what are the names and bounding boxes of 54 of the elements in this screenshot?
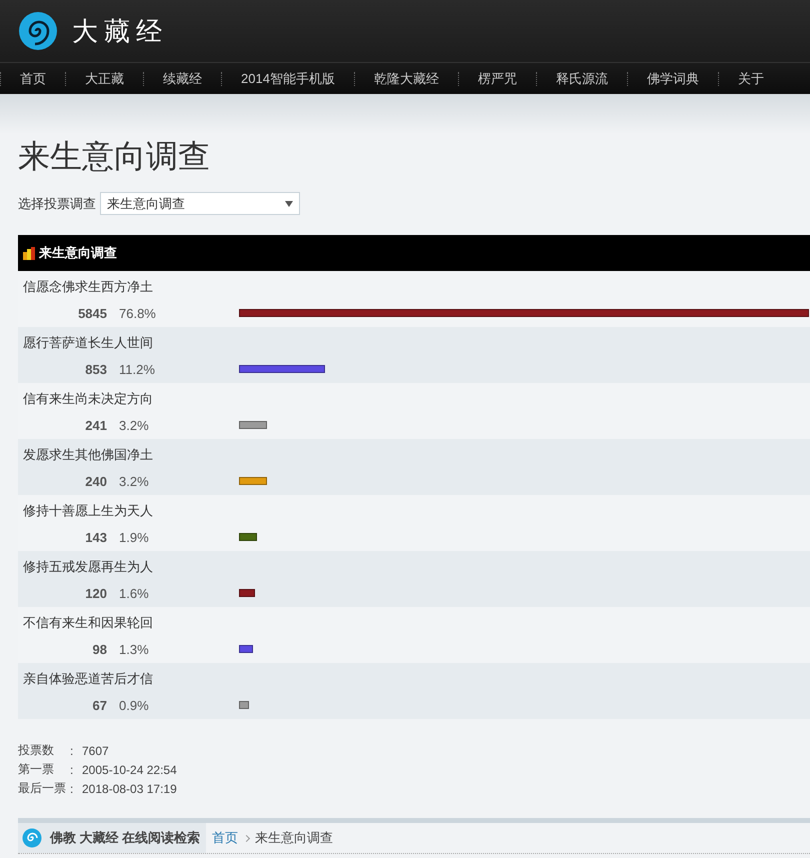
breadcrumb-current: 来生意向调查	[254, 829, 334, 847]
page-title: 来生意向调查	[18, 137, 211, 176]
spiral-logo-icon	[22, 828, 42, 848]
nav-link[interactable]: 首页	[1, 70, 65, 88]
vote-count: 120	[84, 586, 107, 600]
selector-label: 选择投票调查	[18, 194, 96, 212]
vote-percent: 3.2%	[118, 418, 150, 432]
stat-value: 7607	[82, 744, 109, 758]
nav-link[interactable]: 2014智能手机版	[222, 70, 354, 88]
vote-count: 143	[84, 530, 107, 544]
nav-link[interactable]: 乾隆大藏经	[354, 70, 458, 88]
brand-text: 佛教 大藏经 在线阅读检索	[50, 829, 200, 847]
nav-link[interactable]: 佛学词典	[628, 70, 718, 88]
nav-link[interactable]: 楞严咒	[458, 70, 536, 88]
option-label: 修持五戒发愿再生为人	[23, 558, 154, 576]
nav-link[interactable]: 关于	[718, 70, 783, 88]
vote-percent: 76.8%	[118, 306, 157, 320]
stat-separator: :	[70, 744, 74, 758]
option-label: 信愿念佛求生西方净土	[23, 278, 154, 296]
vote-percent: 1.6%	[118, 586, 150, 600]
vote-count: 240	[84, 474, 107, 488]
nav-link[interactable]: 释氏源流	[536, 70, 627, 88]
bar-chart-icon	[23, 246, 35, 260]
vote-percent: 1.9%	[118, 530, 150, 544]
option-label: 不信有来生和因果轮回	[23, 614, 154, 632]
poll-title: 来生意向调查	[39, 244, 117, 262]
stat-value: 2005-10-24 22:54	[82, 762, 177, 776]
spiral-logo-icon	[18, 11, 58, 51]
option-label: 亲自体验恶道苦后才信	[23, 670, 154, 688]
option-label: 信有来生尚未决定方向	[23, 390, 154, 408]
vote-count: 98	[92, 642, 107, 656]
nav-link[interactable]: 大正藏	[66, 70, 143, 88]
nav-link[interactable]: 续藏经	[144, 70, 221, 88]
stat-separator: :	[70, 762, 74, 776]
stat-label: 最后一票	[18, 780, 67, 797]
option-label: 愿行菩萨道长生人世间	[23, 334, 154, 352]
vote-percent: 1.3%	[118, 642, 150, 656]
poll-dropdown[interactable]: 来生意向调查	[100, 192, 300, 215]
vote-percent: 11.2%	[118, 362, 156, 376]
caret-icon	[285, 200, 293, 206]
stat-value: 2018-08-03 17:19	[82, 782, 177, 796]
option-label: 发愿求生其他佛国净土	[23, 446, 154, 464]
site-title: 大藏经	[72, 14, 168, 48]
vote-count: 67	[92, 698, 107, 712]
breadcrumb-link[interactable]: 首页	[206, 829, 244, 847]
vote-count: 241	[84, 418, 107, 432]
stat-separator: :	[70, 782, 74, 796]
vote-count: 853	[84, 362, 107, 376]
vote-count: 5845	[77, 306, 107, 320]
vote-percent: 3.2%	[118, 474, 150, 488]
stat-label: 第一票	[18, 761, 55, 778]
vote-percent: 0.9%	[118, 698, 150, 712]
stat-label: 投票数	[18, 742, 55, 759]
option-label: 修持十善愿上生为天人	[23, 502, 154, 520]
